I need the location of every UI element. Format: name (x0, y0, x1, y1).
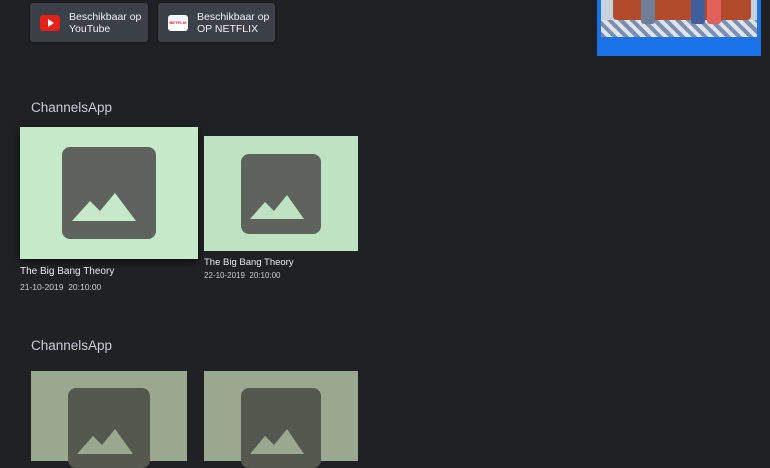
hero-preview-image[interactable] (597, 0, 761, 56)
image-placeholder-icon (241, 388, 321, 468)
hero-floor (601, 20, 757, 37)
program-card-focused[interactable] (20, 127, 198, 259)
hero-person (641, 0, 655, 24)
youtube-provider-button[interactable]: Beschikbaar op YouTube (30, 3, 148, 42)
mountain-icon (250, 194, 304, 219)
netflix-provider-button[interactable]: NETFLIX Beschikbaar op OP NETFLIX (158, 3, 275, 42)
youtube-icon (40, 14, 60, 31)
row-title: ChannelsApp (31, 338, 113, 353)
program-card[interactable] (204, 136, 358, 251)
image-placeholder-icon (241, 153, 321, 234)
image-placeholder-icon (62, 147, 156, 239)
program-title: The Big Bang Theory (204, 257, 294, 268)
program-datetime: 21-10-2019 20:10:00 (20, 282, 102, 292)
provider-label-line1: Beschikbaar op (69, 10, 142, 23)
provider-label-line1: Beschikbaar op (197, 10, 270, 23)
mountain-icon (250, 429, 304, 454)
provider-label-line2: OP NETFLIX (197, 22, 259, 35)
program-card[interactable] (31, 371, 187, 468)
mountain-icon (77, 429, 133, 454)
youtube-provider-label: Beschikbaar op YouTube (69, 11, 141, 35)
program-card[interactable] (204, 371, 358, 468)
provider-label-line2: YouTube (69, 22, 111, 35)
hero-scene (601, 0, 757, 37)
netflix-provider-label: Beschikbaar op OP NETFLIX (197, 11, 269, 35)
program-datetime: 22-10-2019 20:10:00 (204, 271, 281, 280)
netflix-icon: NETFLIX (168, 14, 188, 31)
hero-sofa (613, 0, 751, 20)
hero-person (707, 0, 721, 24)
row-title: ChannelsApp (31, 100, 113, 115)
hero-person (691, 0, 705, 24)
program-title: The Big Bang Theory (20, 266, 115, 277)
netflix-logo-text: NETFLIX (169, 20, 187, 25)
mountain-icon (72, 193, 136, 221)
image-placeholder-icon (68, 388, 150, 468)
